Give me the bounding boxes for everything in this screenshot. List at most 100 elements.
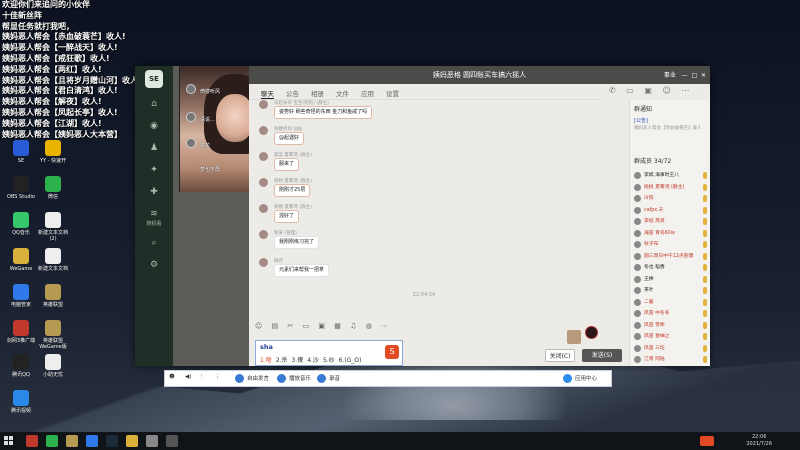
search-icon[interactable]: ⌕: [148, 237, 160, 249]
member-item[interactable]: 王捧: [634, 274, 709, 286]
maximize-icon[interactable]: □: [690, 72, 697, 79]
chat-icon[interactable]: ◉: [148, 120, 160, 132]
member-item[interactable]: 桃桃 夏雾鸢 (群主): [634, 182, 709, 194]
taskbar-app-icon[interactable]: [126, 435, 138, 447]
more-tools-icon[interactable]: ⋯: [381, 322, 388, 330]
video-call-icon[interactable]: ▭: [626, 86, 634, 95]
desktop-icon[interactable]: SE: [4, 140, 38, 164]
chat-tab[interactable]: 应用: [361, 84, 374, 98]
mic-icon[interactable]: ◍: [366, 322, 372, 330]
taskbar-app-icon[interactable]: [46, 435, 58, 447]
desktop-icon[interactable]: 新建文本文档: [36, 248, 70, 272]
member-item[interactable]: 凤茵 雪柴: [634, 320, 709, 332]
play-music-button[interactable]: 播放音乐: [277, 374, 311, 383]
ime-tray-icon[interactable]: [700, 436, 714, 446]
windows-start-icon[interactable]: [4, 436, 14, 446]
sender-avatar[interactable]: [259, 204, 268, 213]
chat-tab[interactable]: 相册: [311, 84, 324, 98]
member-item[interactable]: 凤茵 三坨: [634, 343, 709, 355]
chat-tab[interactable]: 文件: [336, 84, 349, 98]
taskbar-app-icon[interactable]: [146, 435, 158, 447]
mode-label[interactable]: 事业: [664, 72, 676, 79]
desktop-icon[interactable]: 新建文本文档 (2): [36, 212, 70, 242]
free-talk-button[interactable]: 自由发言: [235, 374, 269, 383]
chat-tab[interactable]: 设置: [386, 84, 399, 98]
member-item[interactable]: 李嫣 海事时王八: [634, 170, 709, 182]
desktop-icon[interactable]: OBS Studio: [4, 176, 38, 200]
member-item[interactable]: 江南 阿陆: [634, 354, 709, 366]
ime-candidate[interactable]: 2.杀: [276, 357, 288, 364]
puzzle-icon[interactable]: ✚: [148, 186, 160, 198]
sender-avatar[interactable]: [259, 126, 268, 135]
desktop-icon[interactable]: 腾讯视频: [4, 390, 38, 414]
ime-candidate[interactable]: 1.啥: [260, 357, 272, 364]
invite-icon[interactable]: ☺: [662, 86, 670, 95]
app-logo[interactable]: SE: [145, 70, 163, 88]
desktop-icon[interactable]: YY - 快速开: [36, 140, 70, 164]
close-icon[interactable]: ✕: [699, 72, 706, 79]
wifi-icon[interactable]: ≋: [148, 208, 160, 220]
taskbar-app-icon[interactable]: [66, 435, 78, 447]
member-item[interactable]: 秋子布: [634, 239, 709, 251]
member-item[interactable]: 二酱: [634, 297, 709, 309]
record-button[interactable]: 录音: [317, 374, 340, 383]
close-button[interactable]: 关闭(C): [545, 349, 575, 362]
taskbar-clock[interactable]: 22:06 2021/7/26: [746, 434, 772, 448]
window-controls[interactable]: 事业 — □ ✕: [664, 70, 706, 79]
desktop-icon[interactable]: 剑网3推广端: [4, 320, 38, 344]
face-icon[interactable]: ☻: [169, 374, 175, 380]
gift-icon[interactable]: ▦: [334, 322, 341, 330]
desktop-icon[interactable]: WeGame: [4, 248, 38, 272]
scissors-icon[interactable]: ✂: [287, 322, 293, 330]
desktop-icon[interactable]: 电脑管家: [4, 284, 38, 308]
home-icon[interactable]: ⌂: [148, 98, 160, 110]
member-item[interactable]: cafpx.天: [634, 205, 709, 217]
sender-avatar[interactable]: [259, 230, 268, 239]
sender-avatar[interactable]: [259, 258, 268, 267]
member-item[interactable]: 圆三周日中午12点惹爆: [634, 251, 709, 263]
sender-avatar[interactable]: [259, 100, 268, 109]
desktop-icon[interactable]: 小助无忧: [36, 354, 70, 378]
member-item[interactable]: 李纸 蒸浪: [634, 216, 709, 228]
sender-avatar[interactable]: [259, 178, 268, 187]
member-item[interactable]: 茶叶: [634, 285, 709, 297]
equalizer-icon[interactable]: ⋮: [215, 374, 221, 380]
desktop-icon[interactable]: 英雄联盟: [36, 284, 70, 308]
app-center-button[interactable]: 应用中心: [563, 374, 597, 383]
member-item[interactable]: 海茵 青鸟60w: [634, 228, 709, 240]
music-icon[interactable]: ♫: [350, 322, 356, 330]
taskbar-app-icon[interactable]: [166, 435, 178, 447]
mixer-icon[interactable]: ⫶: [201, 374, 202, 381]
minimize-icon[interactable]: —: [678, 72, 688, 79]
taskbar-app-icon[interactable]: [86, 435, 98, 447]
desktop-icon[interactable]: 英雄联盟 WeGame版: [36, 320, 70, 350]
desktop-icon[interactable]: QQ音乐: [4, 212, 38, 236]
folder-icon[interactable]: ▭: [303, 322, 310, 330]
image-icon[interactable]: ▣: [318, 322, 325, 330]
member-item[interactable]: 冷狗: [634, 193, 709, 205]
game-icon[interactable]: ✦: [148, 164, 160, 176]
more-icon[interactable]: ⋯: [681, 86, 689, 95]
volume-icon[interactable]: ◀): [185, 374, 191, 380]
ime-candidate[interactable]: 6.(G_O): [339, 357, 362, 364]
gif-icon[interactable]: ▤: [272, 322, 279, 330]
desktop-icon[interactable]: 腾讯QQ: [4, 354, 38, 378]
ime-logo-icon[interactable]: S: [385, 345, 399, 359]
chat-tab[interactable]: 公告: [286, 84, 299, 98]
chat-tab[interactable]: 聊天: [261, 84, 274, 99]
phone-icon[interactable]: ✆: [609, 86, 616, 95]
ime-candidate[interactable]: 4.沙: [307, 357, 319, 364]
member-item[interactable]: 冬也 稻香: [634, 262, 709, 274]
settings-icon[interactable]: ⚙: [148, 259, 160, 271]
send-button[interactable]: 发送(S): [582, 349, 622, 362]
ime-candidate[interactable]: 5.纱: [323, 357, 335, 364]
taskbar-app-icon[interactable]: [26, 435, 38, 447]
member-item[interactable]: 凤茵 中冬冬: [634, 308, 709, 320]
screen-share-icon[interactable]: ▣: [644, 86, 652, 95]
emoji-icon[interactable]: ☺: [255, 322, 262, 330]
member-item[interactable]: 凤茵 春柚之: [634, 331, 709, 343]
sender-avatar[interactable]: [259, 152, 268, 161]
ime-candidate[interactable]: 3.傻: [291, 357, 303, 364]
desktop-icon[interactable]: 微信: [36, 176, 70, 200]
taskbar-app-icon[interactable]: [106, 435, 118, 447]
